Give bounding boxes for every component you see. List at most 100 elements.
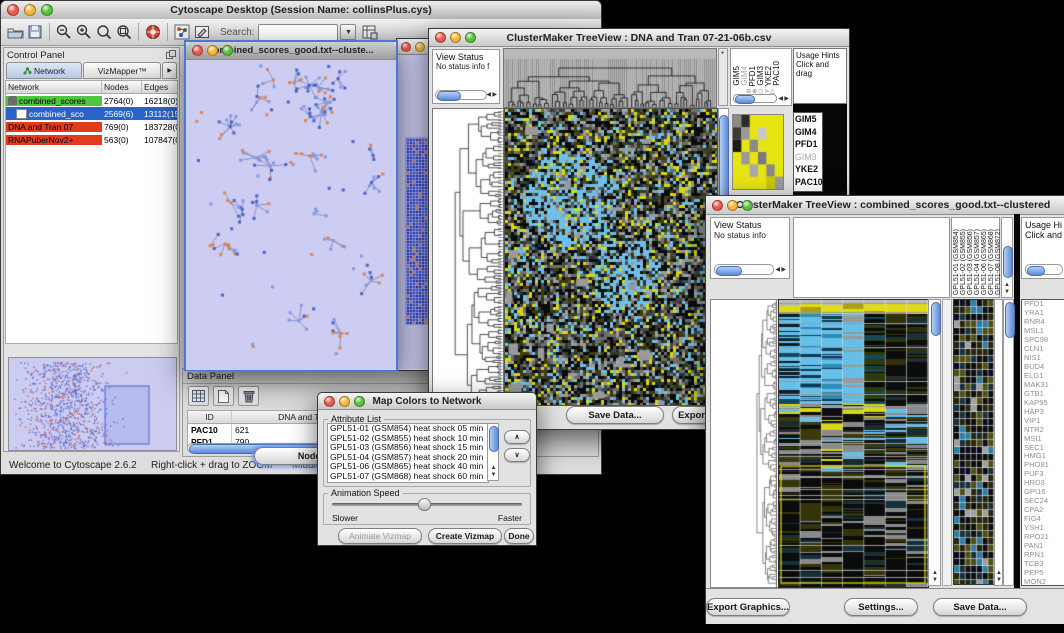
tab-network[interactable]: Network <box>6 62 82 79</box>
gene-label[interactable]: ELG1 <box>1022 372 1064 381</box>
zoom-selected-icon[interactable] <box>114 22 134 42</box>
view-status-hscrollbar[interactable] <box>714 264 774 275</box>
view-status-hscrollbar[interactable] <box>435 90 487 100</box>
gene-label[interactable]: PEP5 <box>1022 569 1064 578</box>
move-up-button[interactable]: ∧ <box>504 430 530 444</box>
tab-overflow-arrow[interactable]: ▶ <box>162 62 177 79</box>
gene-label[interactable]: MSL1 <box>1022 327 1064 336</box>
treeview2-detail-heatmap[interactable] <box>953 299 995 585</box>
scroll-up-arrow[interactable]: ▲ <box>996 570 1002 576</box>
network-view-titlebar[interactable]: combined_scores_good.txt--cluste... <box>186 42 396 60</box>
treeview1-titlebar[interactable]: ClusterMaker TreeView : DNA and Tran 07-… <box>429 29 849 47</box>
gene-label[interactable]: HAP3 <box>1022 408 1064 417</box>
scroll-down-arrow[interactable]: ▼ <box>1004 289 1010 295</box>
new-attribute-button[interactable] <box>213 386 234 406</box>
scroll-down-arrow[interactable]: ▼ <box>932 577 938 583</box>
zoom-button[interactable] <box>354 396 365 407</box>
gene-label[interactable]: RPN1 <box>1022 551 1064 560</box>
zoom-button[interactable] <box>465 32 476 43</box>
dialog-titlebar[interactable]: Map Colors to Network <box>318 393 536 410</box>
treeview2-heatmap[interactable] <box>778 299 929 588</box>
zoom-button[interactable] <box>41 4 53 16</box>
treeview2-row-dendrogram[interactable] <box>710 299 779 588</box>
close-button[interactable] <box>435 32 446 43</box>
gene-label[interactable]: VIP1 <box>1022 417 1064 426</box>
treeview1-button[interactable]: Save Data... <box>566 406 664 424</box>
gene-label[interactable]: MAK31 <box>1022 381 1064 390</box>
animate-vizmap-button[interactable]: Animate Vizmap <box>338 528 422 544</box>
close-button[interactable] <box>192 45 203 56</box>
network-row[interactable]: combined_scores 2764(0) 16218(0) <box>6 94 177 107</box>
gene-label[interactable]: RPO21 <box>1022 533 1064 542</box>
gene-label[interactable]: MON2 <box>1022 578 1064 586</box>
network-table-header[interactable]: Network Nodes Edges <box>6 81 177 94</box>
gene-label[interactable]: SEC24 <box>1022 497 1064 506</box>
treeview2-gene-list[interactable]: PFD1YRA1RNR4MSL1SPC98CLN1NIS1BUD4ELG1MAK… <box>1021 299 1064 586</box>
graph-view-icon[interactable] <box>172 22 192 42</box>
zoom-in-icon[interactable] <box>74 22 94 42</box>
scroll-down-arrow[interactable]: ▼ <box>996 577 1002 583</box>
scroll-left-arrow[interactable]: ◀ <box>775 267 780 273</box>
treeview2-column-dendrogram[interactable] <box>793 217 950 298</box>
detail-hscrollbar[interactable] <box>733 94 777 103</box>
gene-label[interactable]: FIG4 <box>1022 515 1064 524</box>
save-icon[interactable] <box>25 22 45 42</box>
scroll-right-arrow[interactable]: ▶ <box>781 267 786 273</box>
scroll-up-arrow[interactable]: ▲ <box>1004 282 1010 288</box>
attribute-list[interactable]: GPL51-01 (GSM854) heat shock 05 minGPL51… <box>327 423 489 483</box>
gene-label[interactable]: GPI16 <box>1022 488 1064 497</box>
gene-label[interactable]: PUF3 <box>1022 470 1064 479</box>
gene-label[interactable]: CPA2 <box>1022 506 1064 515</box>
scroll-left-arrow[interactable]: ◀ <box>778 96 783 102</box>
open-folder-icon[interactable] <box>5 22 25 42</box>
delete-attribute-button[interactable] <box>238 386 259 406</box>
gene-label[interactable]: TCB3 <box>1022 560 1064 569</box>
gene-label[interactable]: YSH1 <box>1022 524 1064 533</box>
gene-label[interactable]: CLN1 <box>1022 345 1064 354</box>
gene-label[interactable]: SPC98 <box>1022 336 1064 345</box>
minimize-button[interactable] <box>339 396 350 407</box>
treeview2-titlebar[interactable]: ClusterMaker TreeView : combined_scores_… <box>706 196 1064 215</box>
network-row[interactable]: combined_sco 2569(6) 13112(15) <box>6 107 177 120</box>
network-row[interactable]: DNA and Tran 07 769(0) 183728(0) <box>6 120 177 133</box>
gene-label[interactable]: KAP95 <box>1022 399 1064 408</box>
attribute-list-vscrollbar[interactable]: ▲ ▼ <box>487 423 499 481</box>
treeview2-detail-vscrollbar[interactable]: ▲ ▼ <box>994 299 1003 586</box>
minimize-button[interactable] <box>727 200 738 211</box>
close-button[interactable] <box>712 200 723 211</box>
treeview1-heatmap[interactable] <box>504 108 718 406</box>
help-ring-icon[interactable] <box>143 22 163 42</box>
attribute-table-button[interactable] <box>188 386 209 406</box>
gene-label[interactable]: MSI1 <box>1022 435 1064 444</box>
gene-label[interactable]: HMG1 <box>1022 452 1064 461</box>
split-divider[interactable] <box>1014 214 1020 588</box>
usage-hscrollbar[interactable] <box>1025 264 1063 275</box>
minimize-button[interactable] <box>24 4 36 16</box>
treeview2-heatmap-vscrollbar[interactable]: ▲ ▼ <box>928 299 941 586</box>
splitter-strip[interactable]: ▸ <box>718 48 728 106</box>
zoom-button[interactable] <box>742 200 753 211</box>
zoom-fit-icon[interactable] <box>94 22 114 42</box>
treeview1-row-dendrogram[interactable] <box>432 108 504 406</box>
search-dropdown-arrow[interactable]: ▼ <box>340 24 356 40</box>
gene-label[interactable]: BUD4 <box>1022 363 1064 372</box>
scroll-down-arrow[interactable]: ▼ <box>491 472 497 478</box>
create-vizmap-button[interactable]: Create Vizmap <box>428 528 502 544</box>
search-input[interactable] <box>258 24 338 41</box>
gene-label[interactable]: PAN1 <box>1022 542 1064 551</box>
scroll-up-arrow[interactable]: ▲ <box>491 465 497 471</box>
scroll-up-arrow[interactable]: ▲ <box>932 570 938 576</box>
scroll-right-arrow[interactable]: ▶ <box>784 96 789 102</box>
speed-slider-thumb[interactable] <box>418 498 431 511</box>
gene-label[interactable]: PFD1 <box>1022 300 1064 309</box>
treeview1-column-dendrogram[interactable] <box>503 48 717 108</box>
main-titlebar[interactable]: Cytoscape Desktop (Session Name: collins… <box>1 1 601 20</box>
done-button[interactable]: Done <box>504 528 534 544</box>
treeview2-upper-vscrollbar[interactable]: ▲ ▼ <box>1001 217 1013 298</box>
treeview2-button[interactable]: Save Data... <box>933 598 1027 616</box>
attribute-table-icon[interactable] <box>360 22 380 42</box>
zoom-out-icon[interactable] <box>54 22 74 42</box>
scroll-right-arrow[interactable]: ▶ <box>492 92 497 98</box>
close-button[interactable] <box>401 42 411 52</box>
annotation-icon[interactable] <box>192 22 212 42</box>
